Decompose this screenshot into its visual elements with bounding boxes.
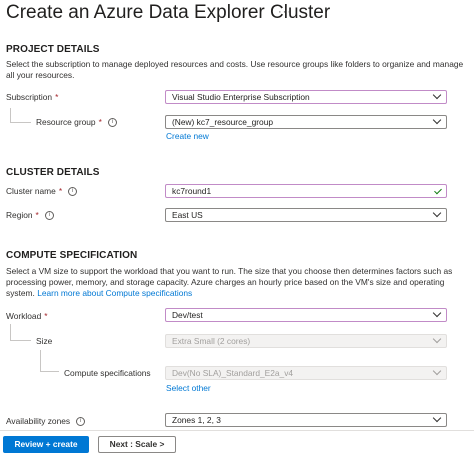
chevron-down-icon xyxy=(432,413,442,423)
cluster-name-input[interactable]: kc7round1 xyxy=(165,184,447,198)
region-label: Region * i xyxy=(6,210,54,220)
info-icon[interactable]: i xyxy=(107,117,117,127)
info-icon[interactable]: i xyxy=(68,186,78,196)
chevron-down-icon xyxy=(432,90,442,100)
cluster-details-heading: CLUSTER DETAILS xyxy=(6,167,100,178)
learn-more-link[interactable]: Learn more about Compute specifications xyxy=(37,288,192,298)
tree-connector xyxy=(40,350,59,372)
chevron-down-icon xyxy=(432,308,442,318)
project-details-description: Select the subscription to manage deploy… xyxy=(6,59,464,80)
region-dropdown[interactable]: East US xyxy=(165,208,447,222)
subscription-dropdown[interactable]: Visual Studio Enterprise Subscription xyxy=(165,90,447,104)
availability-zones-label: Availability zones i xyxy=(6,416,86,426)
subscription-label: Subscription * xyxy=(6,92,59,102)
resource-group-dropdown[interactable]: (New) kc7_resource_group xyxy=(165,115,447,129)
compute-specification-heading: COMPUTE SPECIFICATION xyxy=(6,250,138,261)
info-icon[interactable]: i xyxy=(44,210,54,220)
chevron-down-icon xyxy=(432,334,442,344)
chevron-down-icon xyxy=(432,115,442,125)
chevron-down-icon xyxy=(432,366,442,376)
chevron-down-icon xyxy=(432,208,442,218)
info-icon[interactable]: i xyxy=(76,416,86,426)
select-other-link[interactable]: Select other xyxy=(166,383,211,393)
compute-specifications-label: Compute specifications xyxy=(64,368,151,378)
workload-label: Workload * xyxy=(6,311,48,321)
compute-specifications-dropdown: Dev(No SLA)_Standard_E2a_v4 xyxy=(165,366,447,380)
create-new-link[interactable]: Create new xyxy=(166,131,209,141)
checkmark-icon xyxy=(434,186,442,195)
size-dropdown: Extra Small (2 cores) xyxy=(165,334,447,348)
size-label: Size xyxy=(36,336,53,346)
tree-connector xyxy=(10,324,31,341)
cluster-name-label: Cluster name * i xyxy=(6,186,78,196)
review-create-button[interactable]: Review + create xyxy=(3,436,89,453)
compute-specification-description: Select a VM size to support the workload… xyxy=(6,266,453,298)
workload-dropdown[interactable]: Dev/test xyxy=(165,308,447,322)
tree-connector xyxy=(10,108,31,123)
project-details-heading: PROJECT DETAILS xyxy=(6,44,100,55)
more-icon[interactable]: ··· xyxy=(278,6,292,18)
next-scale-button[interactable]: Next : Scale > xyxy=(98,436,176,453)
availability-zones-dropdown[interactable]: Zones 1, 2, 3 xyxy=(165,413,447,427)
resource-group-label: Resource group * i xyxy=(36,117,117,127)
